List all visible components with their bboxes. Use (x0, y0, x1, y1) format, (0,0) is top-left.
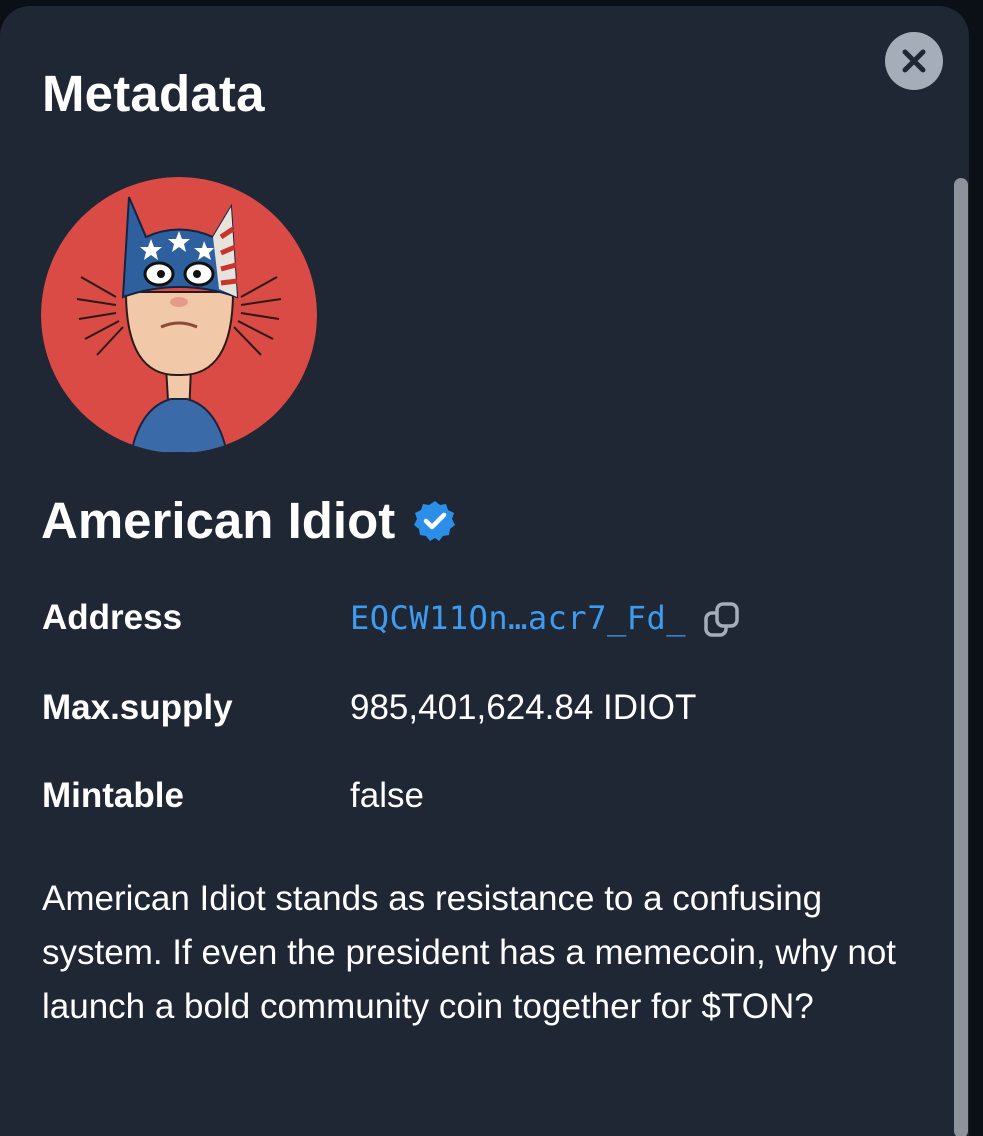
token-name: American Idiot (41, 492, 396, 549)
address-label: Address (42, 598, 183, 637)
verified-badge-icon (414, 500, 456, 541)
token-name-row: American Idiot (41, 491, 457, 550)
copy-icon[interactable] (702, 600, 742, 640)
close-button[interactable] (885, 32, 943, 90)
close-icon (902, 49, 926, 73)
token-description: American Idiot stands as resistance to a… (42, 879, 897, 1026)
scrollbar[interactable] (954, 178, 968, 1136)
american-idiot-avatar (41, 177, 317, 453)
panel-title: Metadata (42, 65, 265, 122)
max-supply-label: Max.supply (42, 688, 233, 727)
max-supply-value: 985,401,624.84 IDIOT (350, 688, 697, 727)
address-link[interactable]: EQCW11On…acr7_Fd_ (350, 599, 686, 637)
mintable-label: Mintable (42, 776, 184, 815)
address-value-group: EQCW11On…acr7_Fd_ (350, 598, 742, 640)
mintable-value: false (350, 776, 424, 815)
token-avatar (41, 177, 317, 453)
metadata-panel: Metadata American Idiot Address EQCW11On… (0, 6, 969, 1136)
